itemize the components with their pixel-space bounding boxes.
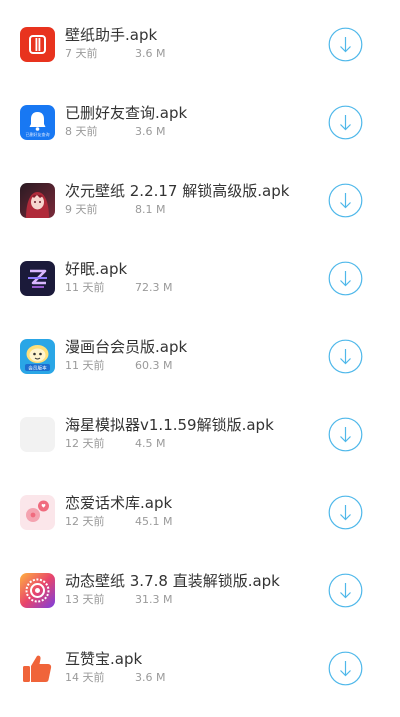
sleep-zzz-icon bbox=[20, 261, 55, 296]
file-age: 14 天前 bbox=[65, 671, 105, 684]
download-item[interactable]: 已删好友查询 已删好友查询.apk 8 天前 3.6 M bbox=[0, 81, 400, 159]
anime-girl-icon bbox=[20, 183, 55, 218]
file-name: 海星模拟器v1.1.59解锁版.apk bbox=[65, 416, 274, 434]
download-arrow-icon bbox=[328, 261, 363, 300]
love-chat-icon bbox=[20, 495, 55, 530]
download-item[interactable]: 动态壁纸 3.7.8 直装解锁版.apk 13 天前 31.3 M bbox=[0, 549, 400, 627]
download-arrow-icon bbox=[328, 417, 363, 456]
file-meta: 7 天前 3.6 M bbox=[65, 47, 165, 61]
file-name: 壁纸助手.apk bbox=[65, 26, 158, 44]
svg-text:会员版本: 会员版本 bbox=[28, 365, 47, 372]
download-arrow-icon bbox=[328, 183, 363, 222]
download-button[interactable] bbox=[328, 27, 363, 62]
file-age: 8 天前 bbox=[65, 125, 98, 138]
colorful-ring-icon bbox=[20, 573, 55, 608]
download-arrow-icon bbox=[328, 27, 363, 66]
file-name: 动态壁纸 3.7.8 直装解锁版.apk bbox=[65, 572, 280, 590]
download-item[interactable]: 壁纸助手.apk 7 天前 3.6 M bbox=[0, 3, 400, 81]
file-age: 13 天前 bbox=[65, 593, 105, 606]
download-arrow-icon bbox=[328, 339, 363, 378]
download-item[interactable]: 好眠.apk 11 天前 72.3 M bbox=[0, 237, 400, 315]
download-item[interactable]: 海星模拟器v1.1.59解锁版.apk 12 天前 4.5 M bbox=[0, 393, 400, 471]
download-button[interactable] bbox=[328, 105, 363, 140]
file-name: 恋爱话术库.apk bbox=[65, 494, 173, 512]
download-item[interactable]: 会员版本 漫画台会员版.apk 11 天前 60.3 M bbox=[0, 315, 400, 393]
download-button[interactable] bbox=[328, 417, 363, 452]
file-meta: 12 天前 4.5 M bbox=[65, 437, 165, 451]
file-age: 9 天前 bbox=[65, 203, 98, 216]
file-size: 3.6 M bbox=[135, 671, 166, 684]
download-list: 壁纸助手.apk 7 天前 3.6 M 已删好友查询 已删好友查询.apk 8 天前 3… bbox=[0, 0, 400, 717]
file-meta: 14 天前 3.6 M bbox=[65, 671, 165, 685]
file-meta: 11 天前 60.3 M bbox=[65, 359, 172, 373]
file-size: 3.6 M bbox=[135, 47, 166, 60]
download-arrow-icon bbox=[328, 105, 363, 144]
file-size: 4.5 M bbox=[135, 437, 166, 450]
file-name: 互赞宝.apk bbox=[65, 650, 143, 668]
thumbs-up-icon bbox=[20, 651, 55, 686]
file-age: 7 天前 bbox=[65, 47, 98, 60]
file-size: 45.1 M bbox=[135, 515, 173, 528]
comic-character-icon: 会员版本 bbox=[20, 339, 55, 374]
download-arrow-icon bbox=[328, 495, 363, 534]
file-size: 72.3 M bbox=[135, 281, 173, 294]
file-age: 11 天前 bbox=[65, 281, 105, 294]
file-name: 次元壁纸 2.2.17 解锁高级版.apk bbox=[65, 182, 290, 200]
file-age: 12 天前 bbox=[65, 515, 105, 528]
file-name: 好眠.apk bbox=[65, 260, 128, 278]
download-item[interactable]: 次元壁纸 2.2.17 解锁高级版.apk 9 天前 8.1 M bbox=[0, 159, 400, 237]
file-age: 12 天前 bbox=[65, 437, 105, 450]
download-button[interactable] bbox=[328, 495, 363, 530]
download-arrow-icon bbox=[328, 573, 363, 612]
file-meta: 9 天前 8.1 M bbox=[65, 203, 165, 217]
download-button[interactable] bbox=[328, 261, 363, 296]
file-age: 11 天前 bbox=[65, 359, 105, 372]
svg-text:已删好友查询: 已删好友查询 bbox=[26, 131, 50, 137]
file-size: 8.1 M bbox=[135, 203, 166, 216]
file-meta: 8 天前 3.6 M bbox=[65, 125, 165, 139]
file-name: 已删好友查询.apk bbox=[65, 104, 188, 122]
file-meta: 12 天前 45.1 M bbox=[65, 515, 172, 529]
download-item[interactable]: 恋爱话术库.apk 12 天前 45.1 M bbox=[0, 471, 400, 549]
download-button[interactable] bbox=[328, 651, 363, 686]
file-size: 60.3 M bbox=[135, 359, 173, 372]
blank-app-icon bbox=[20, 417, 55, 452]
download-item[interactable]: 互赞宝.apk 14 天前 3.6 M bbox=[0, 627, 400, 705]
file-meta: 13 天前 31.3 M bbox=[65, 593, 172, 607]
download-button[interactable] bbox=[328, 339, 363, 374]
download-arrow-icon bbox=[328, 651, 363, 690]
chat-bubble-icon: 已删好友查询 bbox=[20, 105, 55, 140]
download-button[interactable] bbox=[328, 183, 363, 218]
wallpaper-helper-icon bbox=[20, 27, 55, 62]
file-size: 3.6 M bbox=[135, 125, 166, 138]
file-size: 31.3 M bbox=[135, 593, 173, 606]
file-meta: 11 天前 72.3 M bbox=[65, 281, 172, 295]
file-name: 漫画台会员版.apk bbox=[65, 338, 188, 356]
download-button[interactable] bbox=[328, 573, 363, 608]
